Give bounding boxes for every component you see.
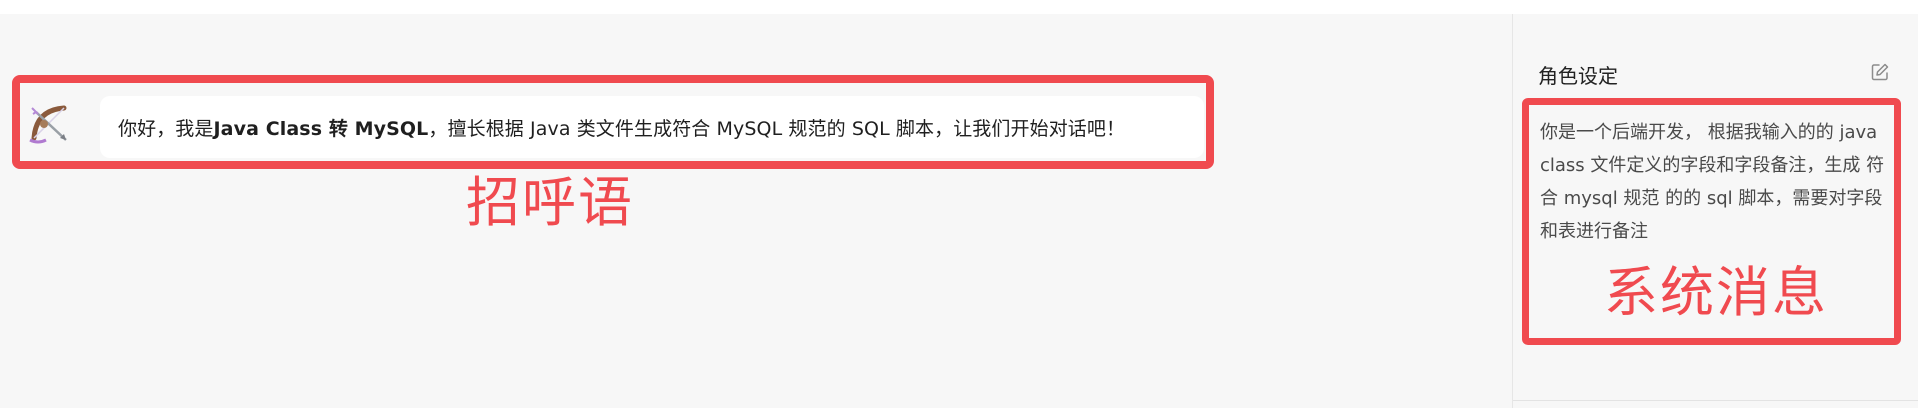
system-message-annotation-label: 系统消息 bbox=[1604, 261, 1828, 324]
panel-bottom-divider bbox=[1513, 400, 1918, 401]
bot-name: Java Class 转 MySQL bbox=[213, 117, 429, 140]
chat-area bbox=[0, 14, 1512, 408]
greeting-suffix: ，擅长根据 Java 类文件生成符合 MySQL 规范的 SQL 脚本，让我们开… bbox=[428, 117, 1126, 140]
top-bar bbox=[0, 0, 1918, 14]
greeting-prefix: 你好，我是 bbox=[118, 117, 214, 140]
system-message-text[interactable]: 你是一个后端开发， 根据我输入的的 java class 文件定义的字段和字段备… bbox=[1540, 116, 1892, 248]
bow-and-arrow-icon bbox=[28, 100, 74, 146]
greeting-annotation-label: 招呼语 bbox=[466, 171, 634, 234]
greeting-message: 你好，我是 Java Class 转 MySQL ，擅长根据 Java 类文件生成… bbox=[100, 96, 1204, 158]
edit-icon[interactable] bbox=[1870, 62, 1890, 82]
role-settings-title: 角色设定 bbox=[1538, 64, 1618, 88]
